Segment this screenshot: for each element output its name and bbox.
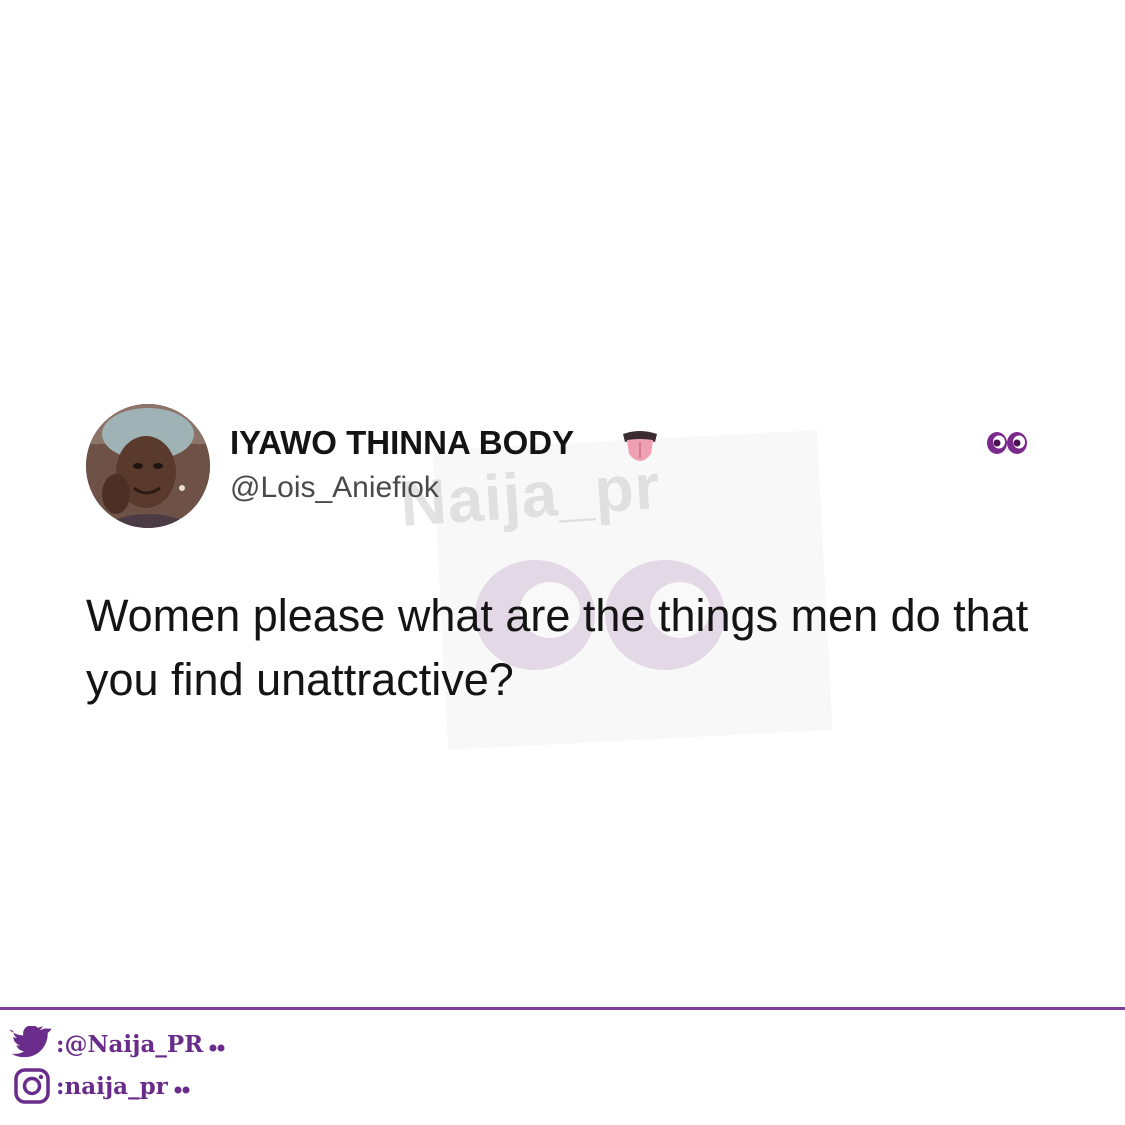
- avatar[interactable]: [86, 404, 210, 528]
- footer-twitter[interactable]: :@Naija_PR: [10, 1026, 225, 1062]
- twitter-bird-icon: [10, 1026, 52, 1058]
- tweet-text: Women please what are the things men do …: [86, 590, 1029, 705]
- avatar-photo: [86, 404, 210, 528]
- footer-instagram[interactable]: :naija_pr: [10, 1068, 190, 1104]
- display-name[interactable]: IYAWO THINNA BODY: [230, 424, 574, 462]
- instagram-handle-label[interactable]: :naija_pr: [56, 1073, 168, 1100]
- user-handle[interactable]: @Lois_Aniefiok: [230, 471, 439, 505]
- eyes-icon: [987, 432, 1027, 454]
- eyes-small-icon: [209, 1044, 225, 1052]
- twitter-handle-label[interactable]: :@Naija_PR: [56, 1031, 203, 1058]
- tongue-out-emoji-icon: [623, 431, 657, 461]
- footer-divider: [0, 1007, 1125, 1010]
- eyes-small-icon: [174, 1086, 190, 1094]
- instagram-icon: [14, 1068, 50, 1104]
